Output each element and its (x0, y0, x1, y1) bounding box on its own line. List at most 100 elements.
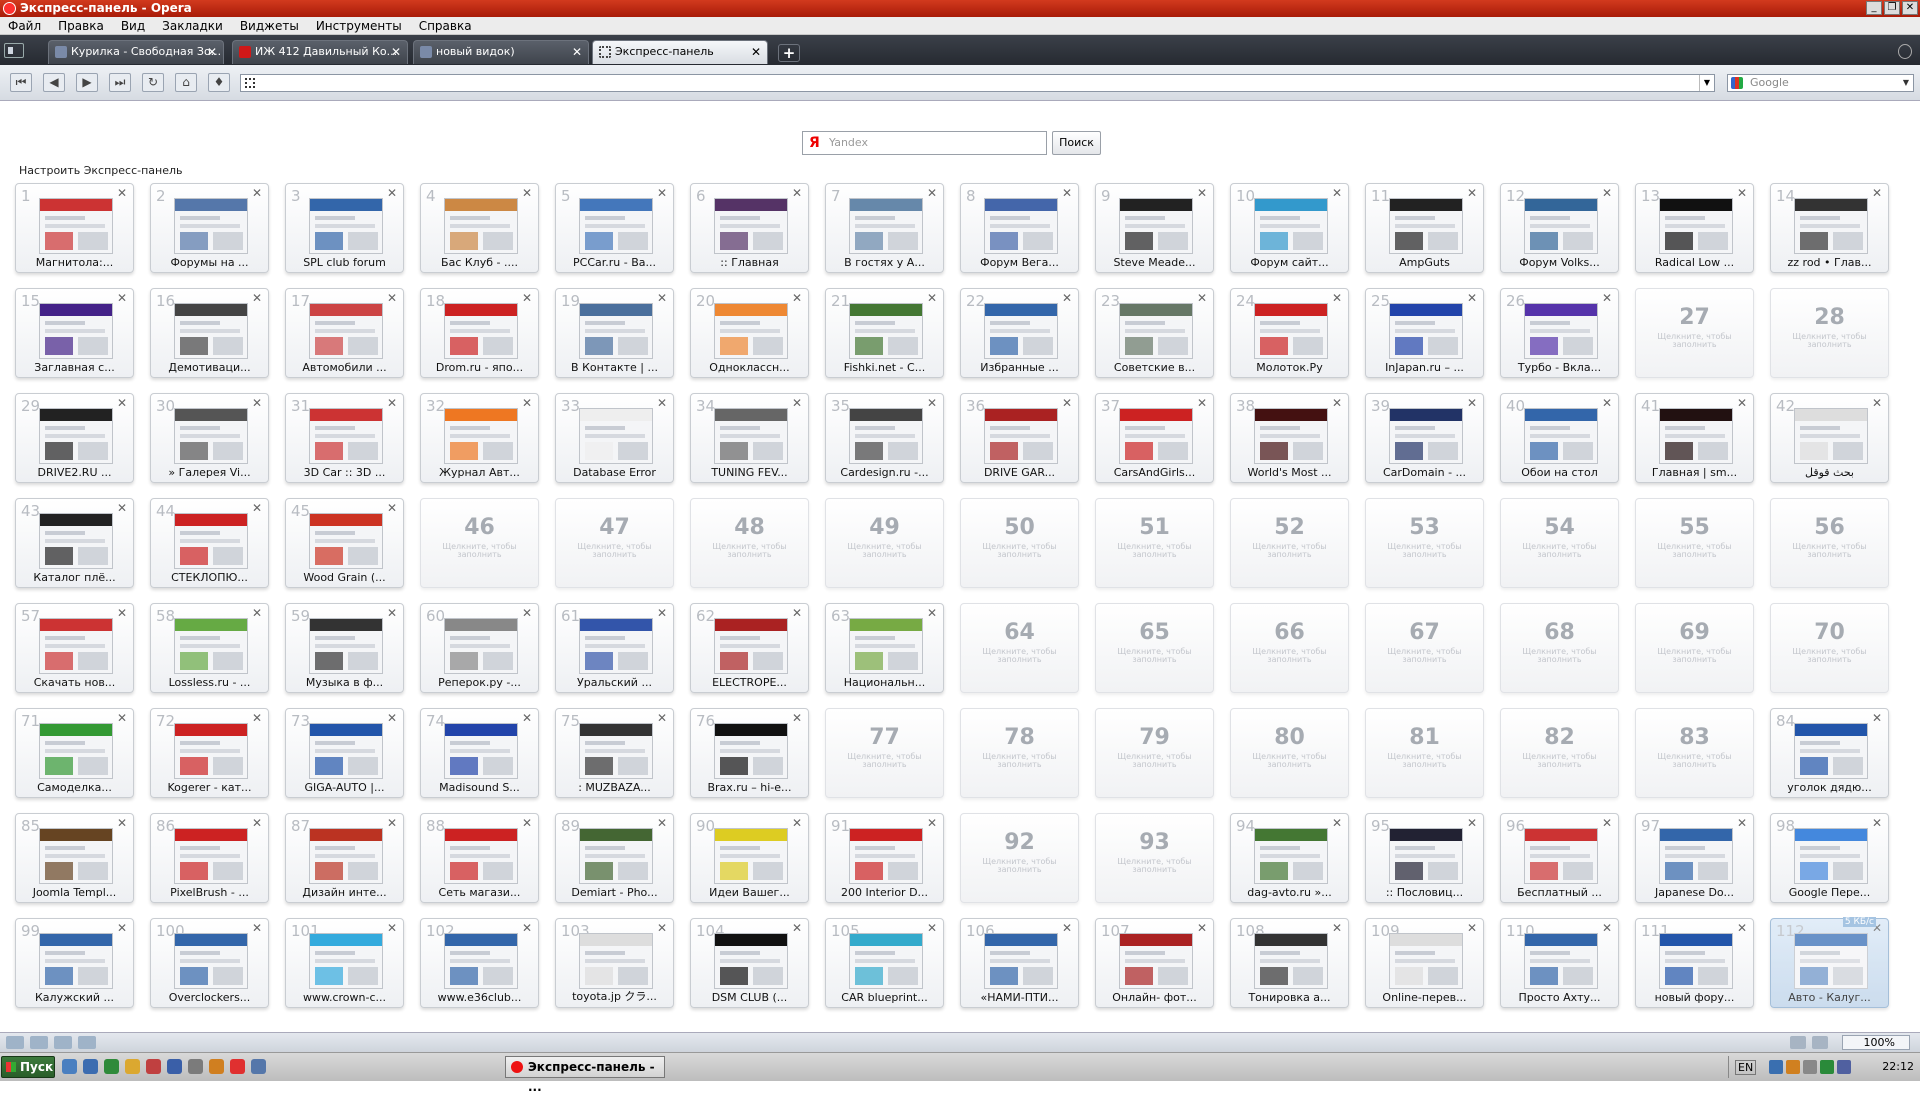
close-tab-icon[interactable]: ✕ (207, 41, 217, 63)
close-icon[interactable]: ✕ (792, 921, 802, 935)
home-icon[interactable]: ⌂ (175, 73, 197, 92)
speed-dial-item[interactable]: 6 ✕:: Главная (690, 183, 809, 273)
close-icon[interactable]: ✕ (117, 396, 127, 410)
speed-dial-item[interactable]: 23 ✕ Советские в... (1095, 288, 1214, 378)
close-icon[interactable]: ✕ (522, 921, 532, 935)
speed-dial-item[interactable]: 109 ✕ Online-перев... (1365, 918, 1484, 1008)
speed-dial-item[interactable]: 38 ✕ World's Most ... (1230, 393, 1349, 483)
speed-dial-item[interactable]: 13 ✕ Radical Low ... (1635, 183, 1754, 273)
yandex-search-input[interactable]: Я Yandex (802, 131, 1047, 155)
close-icon[interactable]: ✕ (117, 711, 127, 725)
speed-dial-item[interactable]: 108 ✕ Тонировка а... (1230, 918, 1349, 1008)
tray-app-icon[interactable] (1820, 1060, 1834, 1074)
close-icon[interactable]: ✕ (927, 291, 937, 305)
close-icon[interactable]: ✕ (1197, 291, 1207, 305)
speed-dial-item[interactable]: 9 ✕ Steve Meade... (1095, 183, 1214, 273)
player-icon[interactable] (209, 1059, 224, 1074)
speed-dial-empty-slot[interactable]: 48 Щелкните, чтобы заполнить (690, 498, 809, 588)
close-icon[interactable]: ✕ (1737, 816, 1747, 830)
speed-dial-item[interactable]: 61 ✕ Уральский ... (555, 603, 674, 693)
speed-dial-item[interactable]: 35 ✕ Cardesign.ru -... (825, 393, 944, 483)
close-icon[interactable]: ✕ (522, 711, 532, 725)
close-icon[interactable]: ✕ (1062, 186, 1072, 200)
close-icon[interactable]: ✕ (1602, 816, 1612, 830)
close-icon[interactable]: ✕ (387, 291, 397, 305)
speed-dial-item[interactable]: 57 ✕ Скачать нов... (15, 603, 134, 693)
speed-dial-empty-slot[interactable]: 69 Щелкните, чтобы заполнить (1635, 603, 1754, 693)
restore-icon[interactable]: ❐ (1884, 1, 1900, 15)
speed-dial-empty-slot[interactable]: 93 Щелкните, чтобы заполнить (1095, 813, 1214, 903)
speed-dial-item[interactable]: 103 ✕ toyota.jp クラ... (555, 918, 674, 1008)
search-button[interactable]: Поиск (1052, 131, 1101, 155)
speed-dial-item[interactable]: 20 ✕ Одноклассн... (690, 288, 809, 378)
rewind-icon[interactable]: ⏮ (10, 73, 32, 92)
speed-dial-item[interactable]: 34 ✕ TUNING FEV... (690, 393, 809, 483)
close-icon[interactable]: ✕ (1467, 291, 1477, 305)
speed-dial-item[interactable]: 12 ✕ Форум Volks... (1500, 183, 1619, 273)
close-icon[interactable]: ✕ (1737, 396, 1747, 410)
zoom-control[interactable]: 100% (1842, 1035, 1910, 1050)
close-tab-icon[interactable]: ✕ (751, 41, 761, 63)
close-icon[interactable]: ✕ (387, 186, 397, 200)
menu-file[interactable]: Файл (8, 19, 41, 33)
close-icon[interactable]: ✕ (927, 606, 937, 620)
speed-dial-item[interactable]: 14 ✕ zz rod • Глав... (1770, 183, 1889, 273)
menu-bookmarks[interactable]: Закладки (162, 19, 223, 33)
speed-dial-item[interactable]: 2 ✕ Форумы на ... (150, 183, 269, 273)
menu-widgets[interactable]: Виджеты (240, 19, 299, 33)
speed-dial-item[interactable]: 60 ✕ Реперок.ру -... (420, 603, 539, 693)
close-icon[interactable]: ✕ (1062, 291, 1072, 305)
speed-dial-empty-slot[interactable]: 92 Щелкните, чтобы заполнить (960, 813, 1079, 903)
speed-dial-item[interactable]: 95 ✕:: Пословиц... (1365, 813, 1484, 903)
close-icon[interactable]: ✕ (1602, 921, 1612, 935)
close-icon[interactable]: ✕ (792, 291, 802, 305)
speed-dial-empty-slot[interactable]: 82 Щелкните, чтобы заполнить (1500, 708, 1619, 798)
close-icon[interactable]: ✕ (1602, 291, 1612, 305)
tray-app-icon[interactable] (1786, 1060, 1800, 1074)
speed-dial-empty-slot[interactable]: 80 Щелкните, чтобы заполнить (1230, 708, 1349, 798)
speed-dial-item[interactable]: 105 ✕ CAR blueprint... (825, 918, 944, 1008)
speed-dial-item[interactable]: 100 ✕ Overclockers... (150, 918, 269, 1008)
volume-icon[interactable] (1837, 1060, 1851, 1074)
speed-dial-item[interactable]: 75 ✕: MUZBAZA... (555, 708, 674, 798)
forward-icon[interactable]: ▶ (76, 73, 98, 92)
tab-izh412[interactable]: ИЖ 412 Давильный Ко... ✕ (232, 40, 408, 64)
speed-dial-item[interactable]: 63 ✕ Национальн... (825, 603, 944, 693)
close-tab-icon[interactable]: ✕ (572, 41, 582, 63)
speed-dial-item[interactable]: 96 ✕ Бесплатный ... (1500, 813, 1619, 903)
speed-dial-item[interactable]: 31 ✕ 3D Car :: 3D ... (285, 393, 404, 483)
new-tab-button[interactable]: + (778, 44, 800, 62)
speed-dial-empty-slot[interactable]: 52 Щелкните, чтобы заполнить (1230, 498, 1349, 588)
speed-dial-empty-slot[interactable]: 68 Щелкните, чтобы заполнить (1500, 603, 1619, 693)
close-icon[interactable]: ✕ (252, 816, 262, 830)
start-button[interactable]: Пуск (1, 1056, 55, 1078)
speed-dial-item[interactable]: 42 ✕ بحث قوقل (1770, 393, 1889, 483)
speed-dial-item[interactable]: 88 ✕ Сеть магази... (420, 813, 539, 903)
speed-dial-item[interactable]: 10 ✕ Форум сайт... (1230, 183, 1349, 273)
speed-dial-empty-slot[interactable]: 66 Щелкните, чтобы заполнить (1230, 603, 1349, 693)
speed-dial-item[interactable]: 107 ✕ Онлайн- фот... (1095, 918, 1214, 1008)
speed-dial-item[interactable]: 74 ✕ Madisound S... (420, 708, 539, 798)
close-icon[interactable]: ✕ (1872, 396, 1882, 410)
speed-dial-item[interactable]: 19 ✕ В Контакте | ... (555, 288, 674, 378)
speed-dial-empty-slot[interactable]: 54 Щелкните, чтобы заполнить (1500, 498, 1619, 588)
speed-dial-item[interactable]: 94 ✕ dag-avto.ru »... (1230, 813, 1349, 903)
speed-dial-item[interactable]: 11 ✕ AmpGuts (1365, 183, 1484, 273)
taskbar-opera-window[interactable]: Экспресс-панель - ... (505, 1056, 665, 1094)
fast-forward-icon[interactable]: ⏭ (109, 73, 131, 92)
speed-dial-empty-slot[interactable]: 83 Щелкните, чтобы заполнить (1635, 708, 1754, 798)
close-icon[interactable]: ✕ (387, 711, 397, 725)
close-icon[interactable]: ✕ (792, 186, 802, 200)
close-icon[interactable]: ✕ (1197, 186, 1207, 200)
close-icon[interactable]: ✕ (387, 396, 397, 410)
speed-dial-empty-slot[interactable]: 28 Щелкните, чтобы заполнить (1770, 288, 1889, 378)
speed-dial-item[interactable]: 1 ✕ Магнитола:... (15, 183, 134, 273)
close-icon[interactable]: ✕ (522, 186, 532, 200)
close-icon[interactable]: ✕ (1332, 816, 1342, 830)
close-icon[interactable]: ✕ (252, 186, 262, 200)
speed-dial-item[interactable]: 62 ✕ ELECTROPE... (690, 603, 809, 693)
speed-dial-empty-slot[interactable]: 65 Щелкните, чтобы заполнить (1095, 603, 1214, 693)
language-indicator[interactable]: EN (1735, 1060, 1757, 1075)
folder-icon[interactable] (125, 1059, 140, 1074)
speed-dial-item[interactable]: 4 ✕ Бас Клуб - .... (420, 183, 539, 273)
